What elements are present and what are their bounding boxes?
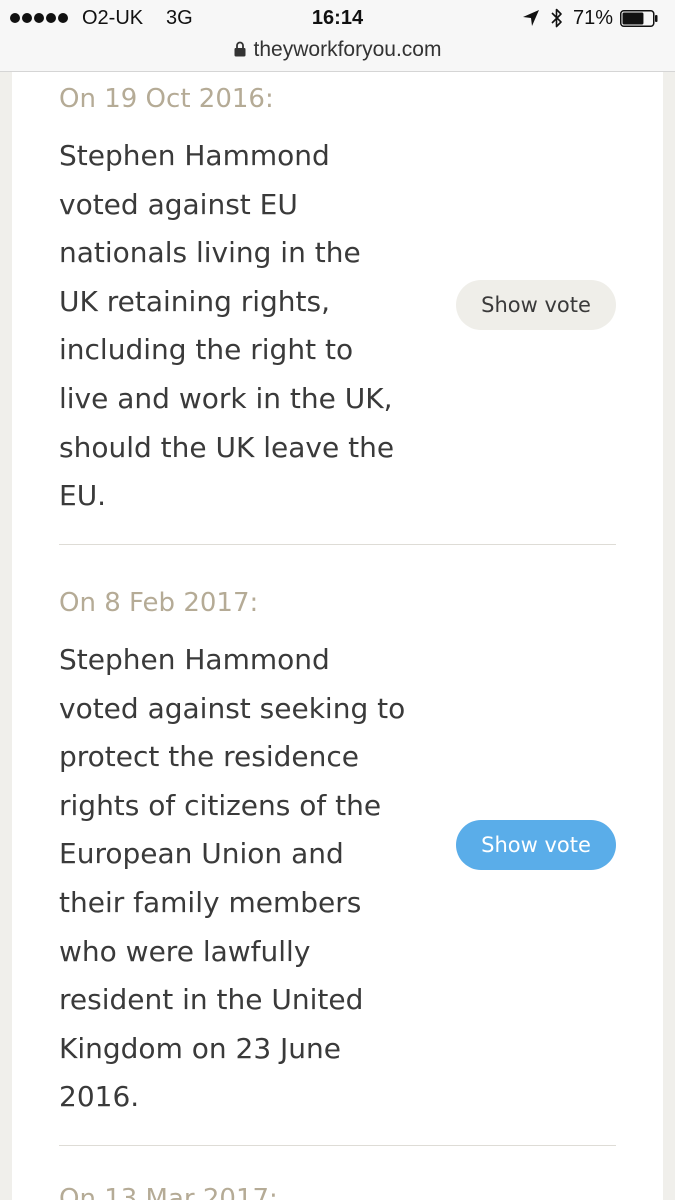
vote-entry: On 19 Oct 2016: Stephen Hammond voted ag… bbox=[59, 84, 616, 524]
vote-text-line: European Union and bbox=[59, 837, 344, 871]
vote-entry: On 8 Feb 2017: Stephen Hammond voted aga… bbox=[59, 588, 616, 1128]
vote-text-line: EU. bbox=[59, 479, 107, 513]
vote-entry: On 13 Mar 2017: bbox=[59, 1184, 616, 1200]
vote-description: Stephen Hammond voted against seeking to… bbox=[59, 636, 406, 1122]
vote-text-line: who were lawfully bbox=[59, 934, 311, 968]
lock-icon bbox=[234, 41, 246, 57]
vote-text-line: nationals living in the bbox=[59, 236, 361, 270]
vote-text-line: Stephen Hammond bbox=[59, 139, 330, 172]
vote-text-line: including the right to bbox=[59, 333, 354, 367]
vote-text-line: Stephen Hammond bbox=[59, 643, 330, 676]
battery-percent: 71% bbox=[573, 7, 614, 29]
vote-text-line: voted against seeking to bbox=[59, 691, 406, 725]
vote-date: On 8 Feb 2017: bbox=[59, 588, 259, 618]
vote-text-line: should the UK leave the bbox=[59, 430, 395, 464]
bluetooth-icon bbox=[551, 8, 562, 28]
location-arrow-icon bbox=[523, 10, 539, 26]
vote-date: On 19 Oct 2016: bbox=[59, 84, 274, 114]
battery-icon bbox=[620, 10, 658, 27]
vote-text-line: protect the residence bbox=[59, 740, 359, 774]
page-content: On 19 Oct 2016: Stephen Hammond voted ag… bbox=[12, 72, 663, 1200]
url-display[interactable]: theyworkforyou.com bbox=[0, 38, 675, 62]
divider bbox=[59, 544, 616, 545]
vote-text-line: 2016. bbox=[59, 1080, 140, 1114]
vote-text-line: live and work in the UK, bbox=[59, 381, 393, 415]
url-text: theyworkforyou.com bbox=[253, 38, 442, 61]
vote-date: On 13 Mar 2017: bbox=[59, 1184, 278, 1200]
status-bar: O2-UK 3G 16:14 71% bbox=[0, 0, 675, 38]
vote-text-line: voted against EU bbox=[59, 187, 298, 221]
address-bar[interactable]: theyworkforyou.com bbox=[0, 38, 675, 72]
vote-text-line: rights of citizens of the bbox=[59, 788, 382, 822]
vote-description: Stephen Hammond voted against EU nationa… bbox=[59, 132, 399, 521]
vote-text-line: their family members bbox=[59, 885, 362, 919]
show-vote-button[interactable]: Show vote bbox=[456, 280, 616, 330]
vote-text-line: UK retaining rights, bbox=[59, 284, 331, 318]
divider bbox=[59, 1145, 616, 1146]
vote-text-line: resident in the United bbox=[59, 983, 364, 1017]
vote-text-line: Kingdom on 23 June bbox=[59, 1031, 342, 1065]
show-vote-button[interactable]: Show vote bbox=[456, 820, 616, 870]
